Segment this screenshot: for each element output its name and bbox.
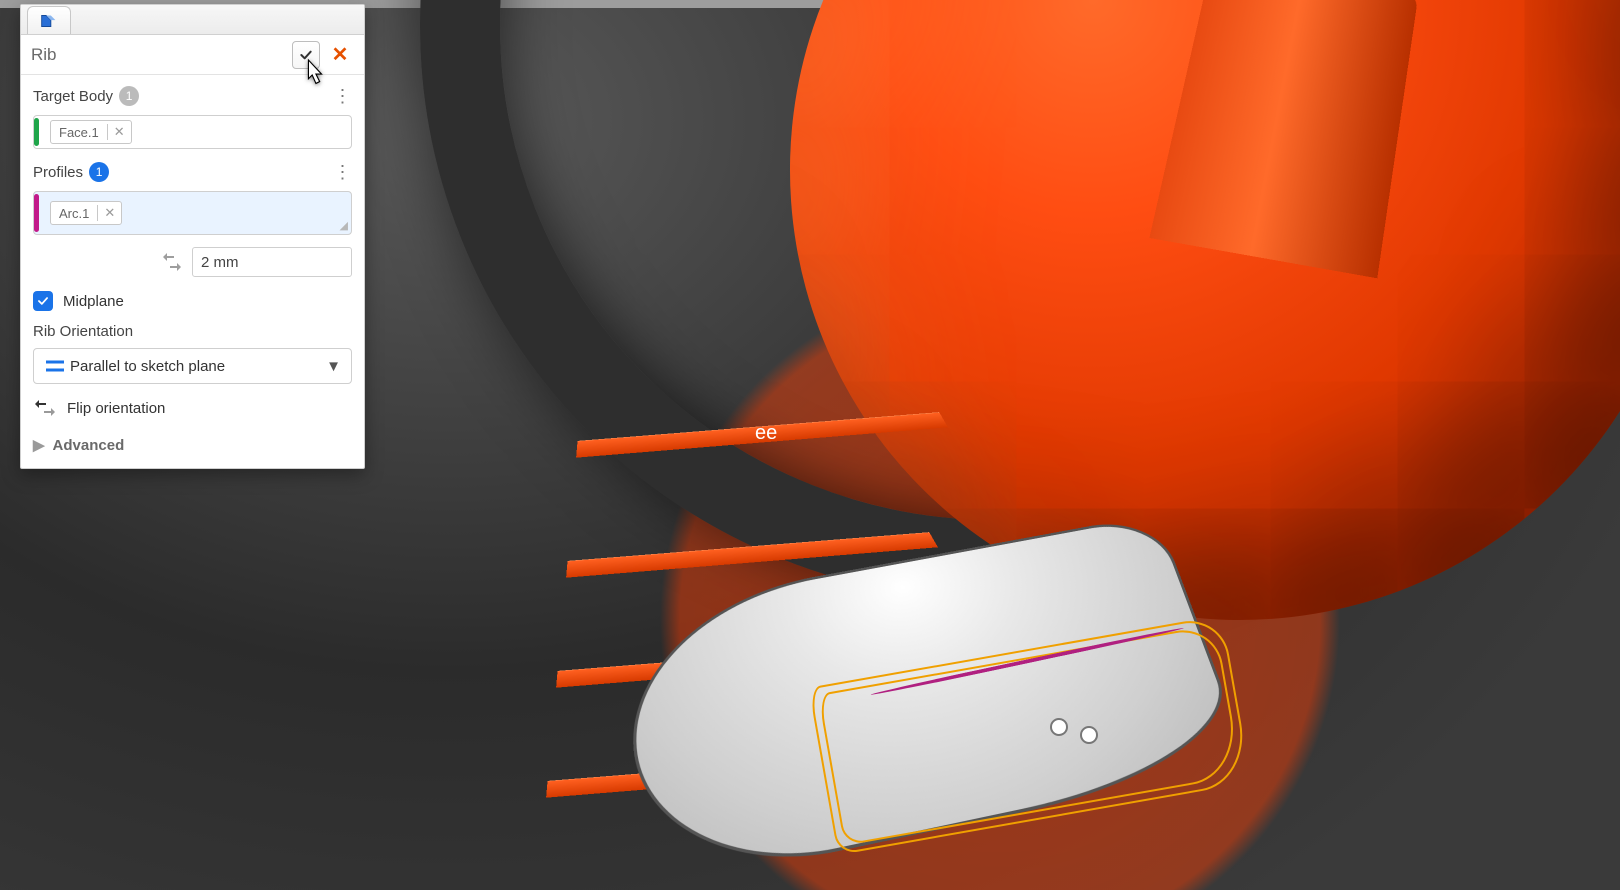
chip-label: Face.1 bbox=[51, 125, 107, 140]
flip-orientation-label: Flip orientation bbox=[67, 400, 165, 417]
rib-dialog: Rib ✕ Target Body 1 ⋮ Face.1 ✕ Profiles … bbox=[20, 4, 365, 469]
rib-orientation-select[interactable]: Parallel to sketch plane ▼ bbox=[33, 348, 352, 384]
drag-handle[interactable] bbox=[1080, 726, 1098, 744]
advanced-label: Advanced bbox=[53, 437, 125, 454]
profiles-count: 1 bbox=[89, 162, 109, 182]
dialog-titlebar: Rib ✕ bbox=[21, 35, 364, 75]
chip-label: Arc.1 bbox=[51, 206, 97, 221]
midplane-checkbox[interactable] bbox=[33, 291, 53, 311]
profiles-menu[interactable]: ⋮ bbox=[332, 166, 352, 178]
rib-orientation-value: Parallel to sketch plane bbox=[70, 358, 225, 375]
feature-tab[interactable] bbox=[27, 6, 71, 34]
target-body-menu[interactable]: ⋮ bbox=[332, 90, 352, 102]
selection-color-bar bbox=[34, 194, 39, 232]
selection-color-bar bbox=[34, 118, 39, 146]
parallel-plane-icon bbox=[44, 358, 70, 374]
resize-grip-icon[interactable]: ◢ bbox=[340, 219, 348, 232]
check-icon bbox=[298, 47, 314, 63]
drag-handle[interactable] bbox=[1050, 718, 1068, 736]
target-body-count: 1 bbox=[119, 86, 139, 106]
dialog-tabbar bbox=[21, 5, 364, 35]
advanced-toggle[interactable]: ▶ Advanced bbox=[21, 426, 364, 468]
midplane-label: Midplane bbox=[63, 293, 124, 310]
chevron-down-icon: ▼ bbox=[326, 358, 341, 375]
rib-feature-icon bbox=[38, 10, 60, 32]
profiles-label: Profiles bbox=[33, 164, 83, 181]
flip-direction-icon[interactable] bbox=[160, 250, 184, 274]
check-icon bbox=[36, 294, 50, 308]
cancel-button[interactable]: ✕ bbox=[326, 41, 354, 69]
ok-button[interactable] bbox=[292, 41, 320, 69]
remove-chip-icon[interactable]: ✕ bbox=[107, 124, 131, 140]
close-icon: ✕ bbox=[332, 42, 349, 67]
flip-orientation-button[interactable]: Flip orientation bbox=[21, 390, 364, 426]
remove-chip-icon[interactable]: ✕ bbox=[97, 205, 121, 221]
chevron-right-icon: ▶ bbox=[33, 436, 45, 454]
flip-orientation-icon bbox=[33, 396, 57, 420]
profile-chip[interactable]: Arc.1 ✕ bbox=[50, 201, 122, 225]
rib-orientation-label: Rib Orientation bbox=[21, 315, 364, 344]
target-body-label: Target Body bbox=[33, 88, 113, 105]
profiles-selector[interactable]: Arc.1 ✕ ◢ bbox=[33, 191, 352, 235]
thickness-input[interactable] bbox=[192, 247, 352, 277]
dialog-title: Rib bbox=[31, 45, 286, 65]
target-body-chip[interactable]: Face.1 ✕ bbox=[50, 120, 132, 144]
viewport-annotation: ee bbox=[755, 422, 777, 445]
target-body-selector[interactable]: Face.1 ✕ bbox=[33, 115, 352, 149]
